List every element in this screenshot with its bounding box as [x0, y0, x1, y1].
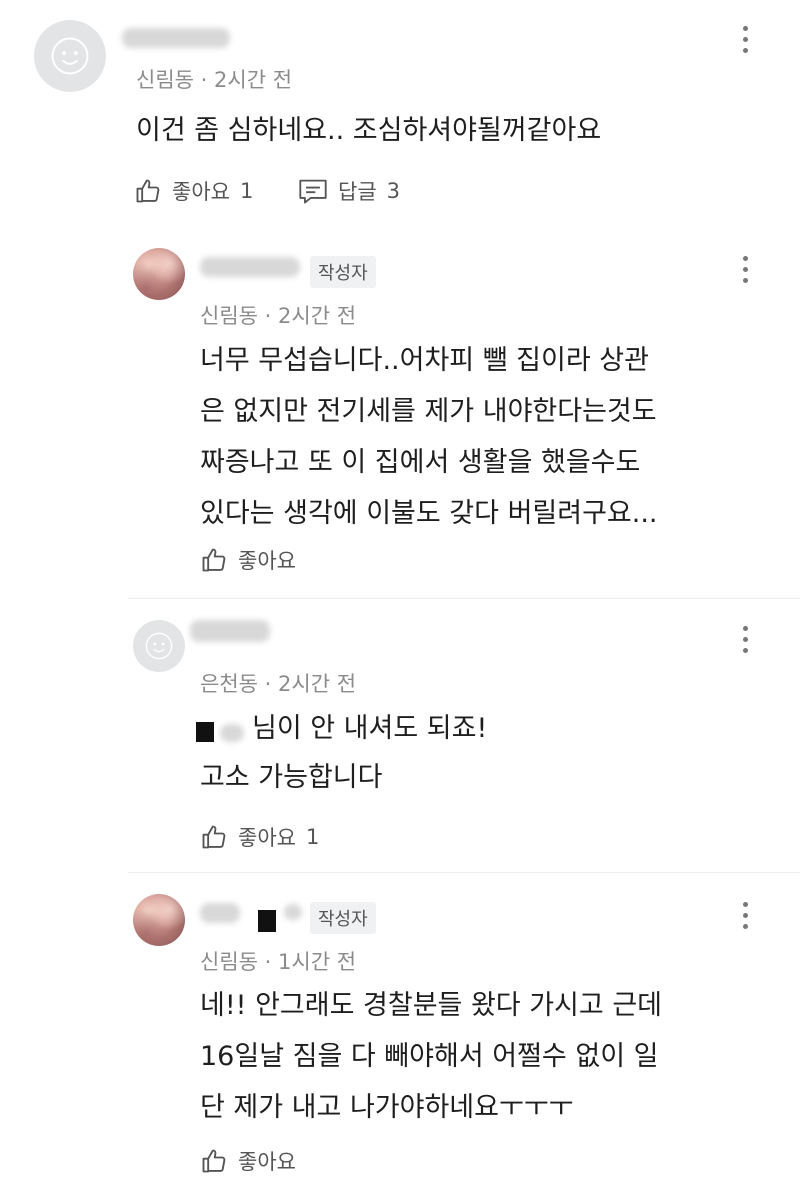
thumbs-up-icon [202, 1149, 226, 1173]
more-vertical-icon[interactable] [740, 26, 750, 53]
like-button[interactable]: 좋아요 [200, 1146, 296, 1176]
redacted-username [122, 28, 230, 48]
like-label: 좋아요 [238, 1150, 296, 1174]
comment-line: 은 없지만 전기세를 제가 내야한다는것도 [200, 396, 657, 427]
comment-line: 님이 안 내셔도 되죠! [252, 713, 488, 744]
comment-meta: 신림동 · 1시간 전 [200, 946, 356, 976]
meta-separator: · [264, 672, 279, 696]
comment-body: 이건 좀 심하네요.. 조심하셔야될꺼같아요 [136, 105, 601, 156]
comment-line: 있다는 생각에 이불도 갖다 버릴려구요... [200, 498, 658, 529]
avatar[interactable] [133, 620, 185, 672]
thumbs-up-icon [202, 825, 226, 849]
default-avatar-icon [145, 632, 173, 660]
avatar[interactable] [133, 248, 185, 300]
redacted-mention [196, 722, 214, 742]
more-vertical-icon[interactable] [740, 626, 750, 653]
meta-separator: · [264, 950, 279, 974]
timestamp: 1시간 전 [278, 950, 357, 974]
comment-meta: 은천동 · 2시간 전 [200, 668, 356, 698]
reply-label: 답글 [338, 180, 377, 204]
avatar[interactable] [34, 20, 106, 92]
more-vertical-icon[interactable] [740, 902, 750, 929]
like-count: 1 [305, 825, 320, 849]
more-vertical-icon[interactable] [740, 256, 750, 283]
like-label: 좋아요 [238, 826, 296, 850]
default-avatar-icon [51, 37, 89, 75]
location: 신림동 [200, 950, 258, 974]
like-label: 좋아요 [238, 549, 296, 573]
comment-body: 너무 무섭습니다..어차피 뺄 집이라 상관 은 없지만 전기세를 제가 내야한… [200, 335, 658, 539]
meta-separator: · [264, 304, 279, 328]
comment-line: 네!! 안그래도 경찰분들 왔다 가시고 근데 [200, 990, 662, 1021]
author-badge: 작성자 [310, 902, 376, 934]
like-label: 좋아요 [172, 180, 230, 204]
comment-meta: 신림동 · 2시간 전 [136, 64, 292, 94]
redacted-username [200, 903, 240, 923]
comment-body: 네!! 안그래도 경찰분들 왔다 가시고 근데 16일날 짐을 다 빼야해서 어… [200, 980, 662, 1133]
like-button[interactable]: 좋아요 [200, 545, 296, 575]
timestamp: 2시간 전 [278, 672, 357, 696]
comment-line: 이건 좀 심하네요.. 조심하셔야될꺼같아요 [136, 115, 602, 146]
comment-body: 님이 안 내셔도 되죠! [252, 703, 487, 754]
comment-line: 16일날 짐을 다 빼야해서 어쩔수 없이 일 [200, 1041, 659, 1072]
redacted-username [190, 620, 270, 642]
timestamp: 2시간 전 [214, 68, 293, 92]
comment-body: 고소 가능합니다 [200, 752, 382, 803]
like-count: 1 [239, 179, 254, 203]
like-button[interactable]: 좋아요 1 [200, 822, 319, 852]
avatar[interactable] [133, 894, 185, 946]
thumbs-up-icon [136, 179, 160, 203]
thumbs-up-icon [202, 548, 226, 572]
reply-count: 3 [386, 179, 401, 203]
redacted-username-box [258, 910, 276, 932]
redacted-username [200, 257, 300, 277]
reply-button[interactable]: 답글 3 [298, 176, 400, 206]
redacted-username-blur [284, 904, 302, 920]
comment-line: 짜증나고 또 이 집에서 생활을 했을수도 [200, 447, 641, 478]
divider [128, 872, 800, 873]
location: 은천동 [200, 672, 258, 696]
like-button[interactable]: 좋아요 1 [134, 176, 253, 206]
redacted-mention-blur [220, 724, 244, 742]
location: 신림동 [136, 68, 194, 92]
comment-icon [299, 179, 327, 204]
meta-separator: · [200, 68, 215, 92]
timestamp: 2시간 전 [278, 304, 357, 328]
comment-meta: 신림동 · 2시간 전 [200, 300, 356, 330]
comment-line: 고소 가능합니다 [200, 762, 383, 793]
location: 신림동 [200, 304, 258, 328]
comment-line: 단 제가 내고 나가야하네요ㅜㅜㅜ [200, 1092, 574, 1123]
divider [128, 598, 800, 599]
comment-line: 너무 무섭습니다..어차피 뺄 집이라 상관 [200, 345, 649, 376]
author-badge: 작성자 [310, 256, 376, 288]
